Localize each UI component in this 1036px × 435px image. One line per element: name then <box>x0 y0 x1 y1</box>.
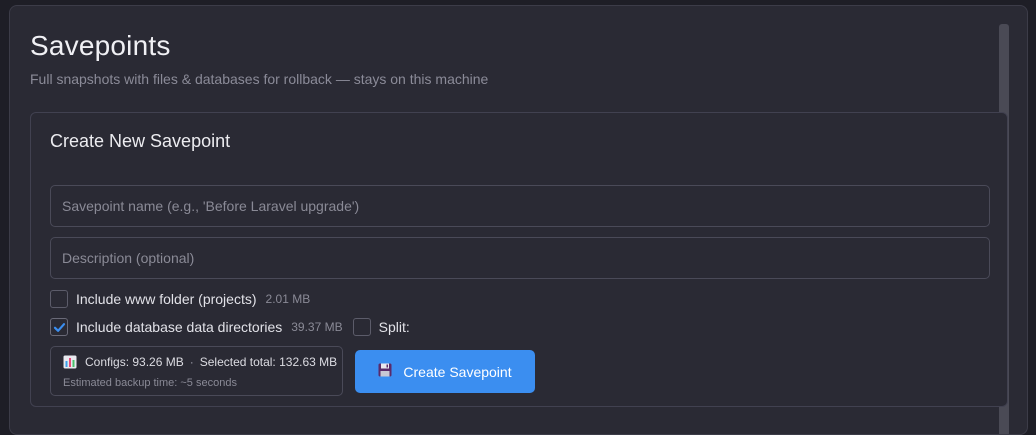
www-size: 2.01 MB <box>265 292 311 306</box>
summary-line: Configs: 93.26 MB · Selected total: 132.… <box>63 355 337 369</box>
page-title: Savepoints <box>30 30 171 61</box>
db-size: 39.37 MB <box>291 320 343 334</box>
include-www-row: Include www folder (projects) 2.01 MB <box>50 289 310 309</box>
create-button-label: Create Savepoint <box>403 363 512 380</box>
include-db-row: Include database data directories 39.37 … <box>50 317 410 337</box>
selected-total: Selected total: 132.63 MB <box>199 355 338 369</box>
include-db-label[interactable]: Include database data directories <box>76 319 282 335</box>
estimated-time: Estimated backup time: ~5 seconds <box>63 377 237 389</box>
savepoint-name-input[interactable] <box>50 185 990 227</box>
bar-chart-icon <box>63 355 77 369</box>
create-savepoint-button[interactable]: Create Savepoint <box>355 350 535 393</box>
configs-size: Configs: 93.26 MB <box>85 355 184 369</box>
floppy-disk-icon <box>378 363 392 376</box>
split-label[interactable]: Split: <box>379 319 410 335</box>
backup-summary: Configs: 93.26 MB · Selected total: 132.… <box>50 346 343 396</box>
create-savepoint-card: Create New Savepoint Include www folder … <box>30 112 1008 407</box>
savepoints-panel: Savepoints Full snapshots with files & d… <box>9 5 1028 435</box>
include-www-checkbox[interactable] <box>50 290 68 308</box>
summary-separator: · <box>189 355 194 369</box>
split-checkbox[interactable] <box>352 318 371 336</box>
include-db-checkbox[interactable] <box>50 318 68 336</box>
include-www-label[interactable]: Include www folder (projects) <box>76 291 257 307</box>
checkmark-icon <box>53 322 65 332</box>
page-subtitle: Full snapshots with files & databases fo… <box>30 71 489 87</box>
card-title: Create New Savepoint <box>50 131 231 151</box>
description-input[interactable] <box>50 237 990 279</box>
